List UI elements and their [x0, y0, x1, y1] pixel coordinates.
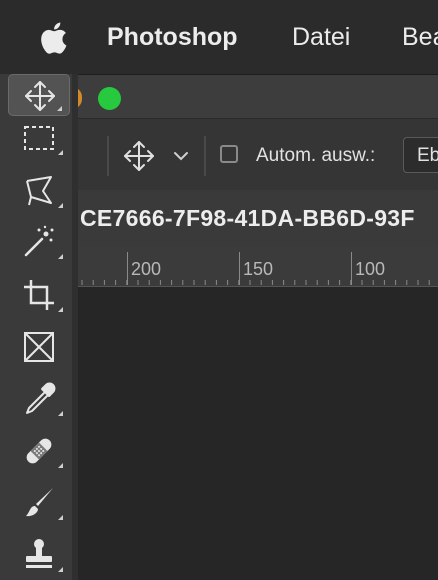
ruler-major-tick	[351, 252, 352, 285]
submenu-indicator	[58, 150, 63, 155]
submenu-indicator	[58, 463, 63, 468]
polygonal-lasso-icon	[26, 176, 52, 206]
ruler-label-150: 150	[243, 259, 274, 279]
document-tab-title: CE7666-7F98-41DA-BB6D-93F	[80, 205, 415, 231]
crop-icon	[24, 280, 54, 310]
marquee-icon	[24, 126, 54, 150]
move-icon[interactable]	[122, 139, 156, 173]
submenu-indicator	[58, 254, 63, 259]
zoom-button[interactable]	[98, 87, 121, 110]
healing-brush-tool[interactable]	[8, 430, 70, 472]
ruler-label-100: 100	[355, 259, 386, 279]
stamp-icon	[26, 539, 52, 568]
ruler-label-200: 200	[131, 259, 162, 279]
window-titlebar	[72, 74, 438, 119]
auto-select-checkbox[interactable]	[220, 145, 238, 163]
auto-select-label: Autom. ausw.:	[256, 145, 376, 166]
auto-select-value: Eb	[417, 145, 438, 166]
menu-datei[interactable]: Datei	[292, 22, 350, 52]
magic-wand-icon	[24, 225, 54, 257]
canvas-area[interactable]	[78, 287, 438, 580]
bandage-icon	[26, 438, 52, 464]
apple-logo-icon[interactable]	[38, 22, 68, 54]
rectangular-marquee-tool[interactable]	[8, 117, 70, 159]
menu-bearbeiten[interactable]: Bea	[402, 22, 438, 52]
chevron-down-icon[interactable]	[172, 148, 190, 164]
menu-bar: Photoshop Datei Bea	[0, 0, 438, 74]
submenu-indicator	[58, 411, 63, 416]
options-divider	[204, 136, 206, 176]
submenu-indicator	[58, 515, 63, 520]
submenu-indicator	[58, 567, 63, 572]
horizontal-ruler[interactable]: 200 150 100	[78, 246, 438, 287]
brush-icon	[26, 488, 53, 517]
ruler-major-tick	[239, 252, 240, 285]
tools-panel-edge	[72, 74, 78, 580]
clone-stamp-tool[interactable]	[8, 534, 70, 576]
eyedropper-icon	[26, 382, 56, 414]
submenu-indicator	[58, 203, 63, 208]
frame-tool[interactable]	[8, 326, 70, 368]
eyedropper-tool[interactable]	[8, 378, 70, 420]
brush-tool[interactable]	[8, 482, 70, 524]
submenu-indicator	[57, 106, 62, 111]
frame-icon	[24, 332, 54, 362]
menu-app-photoshop[interactable]: Photoshop	[107, 22, 238, 52]
submenu-indicator	[58, 307, 63, 312]
lasso-tool[interactable]	[8, 170, 70, 212]
crop-tool[interactable]	[8, 274, 70, 316]
document-tab[interactable]: CE7666-7F98-41DA-BB6D-93F	[78, 190, 438, 246]
tools-panel	[0, 74, 73, 580]
ruler-major-tick	[127, 252, 128, 285]
move-icon	[25, 81, 55, 111]
magic-wand-tool[interactable]	[8, 221, 70, 263]
move-tool[interactable]	[8, 74, 70, 116]
auto-select-dropdown[interactable]: Eb	[403, 137, 438, 173]
options-divider	[107, 136, 109, 176]
